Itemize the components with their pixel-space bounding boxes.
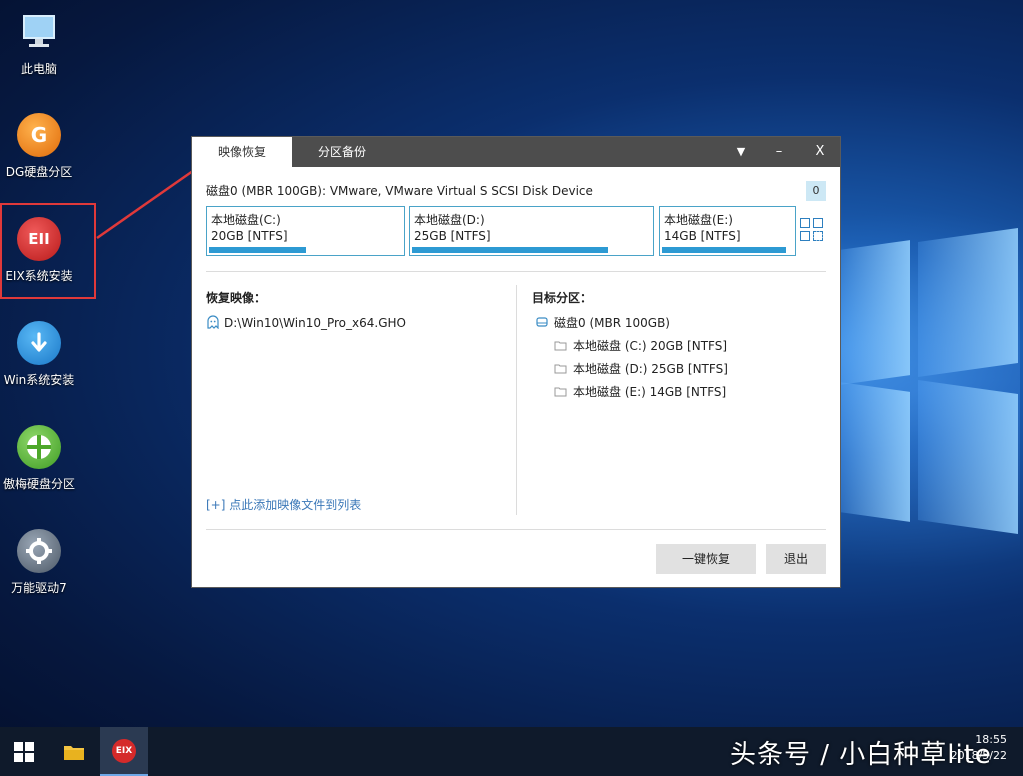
minimize-button[interactable]: – — [762, 137, 796, 167]
exit-button[interactable]: 退出 — [766, 544, 826, 574]
image-file-item[interactable]: D:\Win10\Win10_Pro_x64.GHO — [206, 315, 406, 330]
disk-icon — [536, 317, 548, 327]
menu-dropdown-button[interactable]: ▼ — [724, 137, 758, 167]
partition-size: 20GB [NTFS] — [211, 229, 288, 243]
eix-app-icon: EIX — [112, 738, 136, 763]
tab-image-restore[interactable]: 映像恢复 — [192, 137, 292, 167]
partition-name: 本地磁盘(D:) — [414, 213, 485, 227]
close-button[interactable]: X — [803, 137, 837, 167]
partition-size: 25GB [NTFS] — [414, 229, 491, 243]
target-disk-node[interactable]: 磁盘0 (MBR 100GB) — [536, 314, 670, 331]
clock-time: 18:55 — [975, 733, 1007, 746]
target-partition-label: 目标分区： — [532, 291, 593, 305]
target-partition-item[interactable]: 本地磁盘 (E:) 14GB [NTFS] — [554, 383, 726, 400]
image-restore-dialog: 映像恢复 分区备份 ▼ – X 磁盘0 (MBR 100GB): VMware,… — [191, 136, 841, 588]
target-partition-text: 本地磁盘 (E:) 14GB [NTFS] — [573, 385, 727, 399]
target-partition-item[interactable]: 本地磁盘 (D:) 25GB [NTFS] — [554, 360, 728, 377]
dialog-titlebar: 映像恢复 分区备份 ▼ – X — [192, 137, 840, 167]
target-partition-item[interactable]: 本地磁盘 (C:) 20GB [NTFS] — [554, 337, 727, 354]
partition-usage-bar — [209, 247, 306, 253]
clock-date: 2018/5/22 — [950, 749, 1007, 762]
partition-d[interactable]: 本地磁盘(D:) 25GB [NTFS] — [409, 206, 654, 256]
disk-index-badge: 0 — [806, 181, 826, 201]
target-partition-text: 本地磁盘 (C:) 20GB [NTFS] — [573, 339, 728, 353]
windows-start-icon — [14, 741, 34, 762]
restore-image-label: 恢复映像： — [206, 291, 267, 305]
add-image-link[interactable]: [+] 点此添加映像文件到列表 — [206, 496, 361, 513]
folder-icon — [64, 745, 84, 760]
folder-icon — [554, 341, 567, 351]
disk-title: 磁盘0 (MBR 100GB): VMware, VMware Virtual … — [206, 184, 593, 198]
partition-size: 14GB [NTFS] — [664, 229, 741, 243]
partition-usage-bar — [412, 247, 608, 253]
column-divider — [516, 285, 517, 515]
partition-name: 本地磁盘(C:) — [211, 213, 281, 227]
view-grid-icon[interactable] — [800, 218, 826, 244]
image-path: D:\Win10\Win10_Pro_x64.GHO — [224, 316, 406, 330]
divider — [206, 529, 826, 530]
partition-e[interactable]: 本地磁盘(E:) 14GB [NTFS] — [659, 206, 796, 256]
folder-icon — [554, 364, 567, 374]
taskbar-eix-app[interactable]: EIX — [100, 727, 148, 776]
divider — [206, 271, 826, 272]
target-partition-text: 本地磁盘 (D:) 25GB [NTFS] — [573, 362, 728, 376]
ghost-file-icon — [207, 315, 219, 330]
tab-partition-backup[interactable]: 分区备份 — [292, 137, 392, 167]
taskbar-clock[interactable]: 18:55 2018/5/22 — [951, 732, 1007, 764]
partition-usage-bar — [662, 247, 786, 253]
partition-name: 本地磁盘(E:) — [664, 213, 733, 227]
partition-c[interactable]: 本地磁盘(C:) 20GB [NTFS] — [206, 206, 405, 256]
start-button[interactable] — [0, 727, 48, 776]
one-click-restore-button[interactable]: 一键恢复 — [656, 544, 756, 574]
folder-icon — [554, 387, 567, 397]
taskbar-file-explorer[interactable] — [50, 727, 98, 776]
target-disk-label: 磁盘0 (MBR 100GB) — [554, 316, 670, 330]
